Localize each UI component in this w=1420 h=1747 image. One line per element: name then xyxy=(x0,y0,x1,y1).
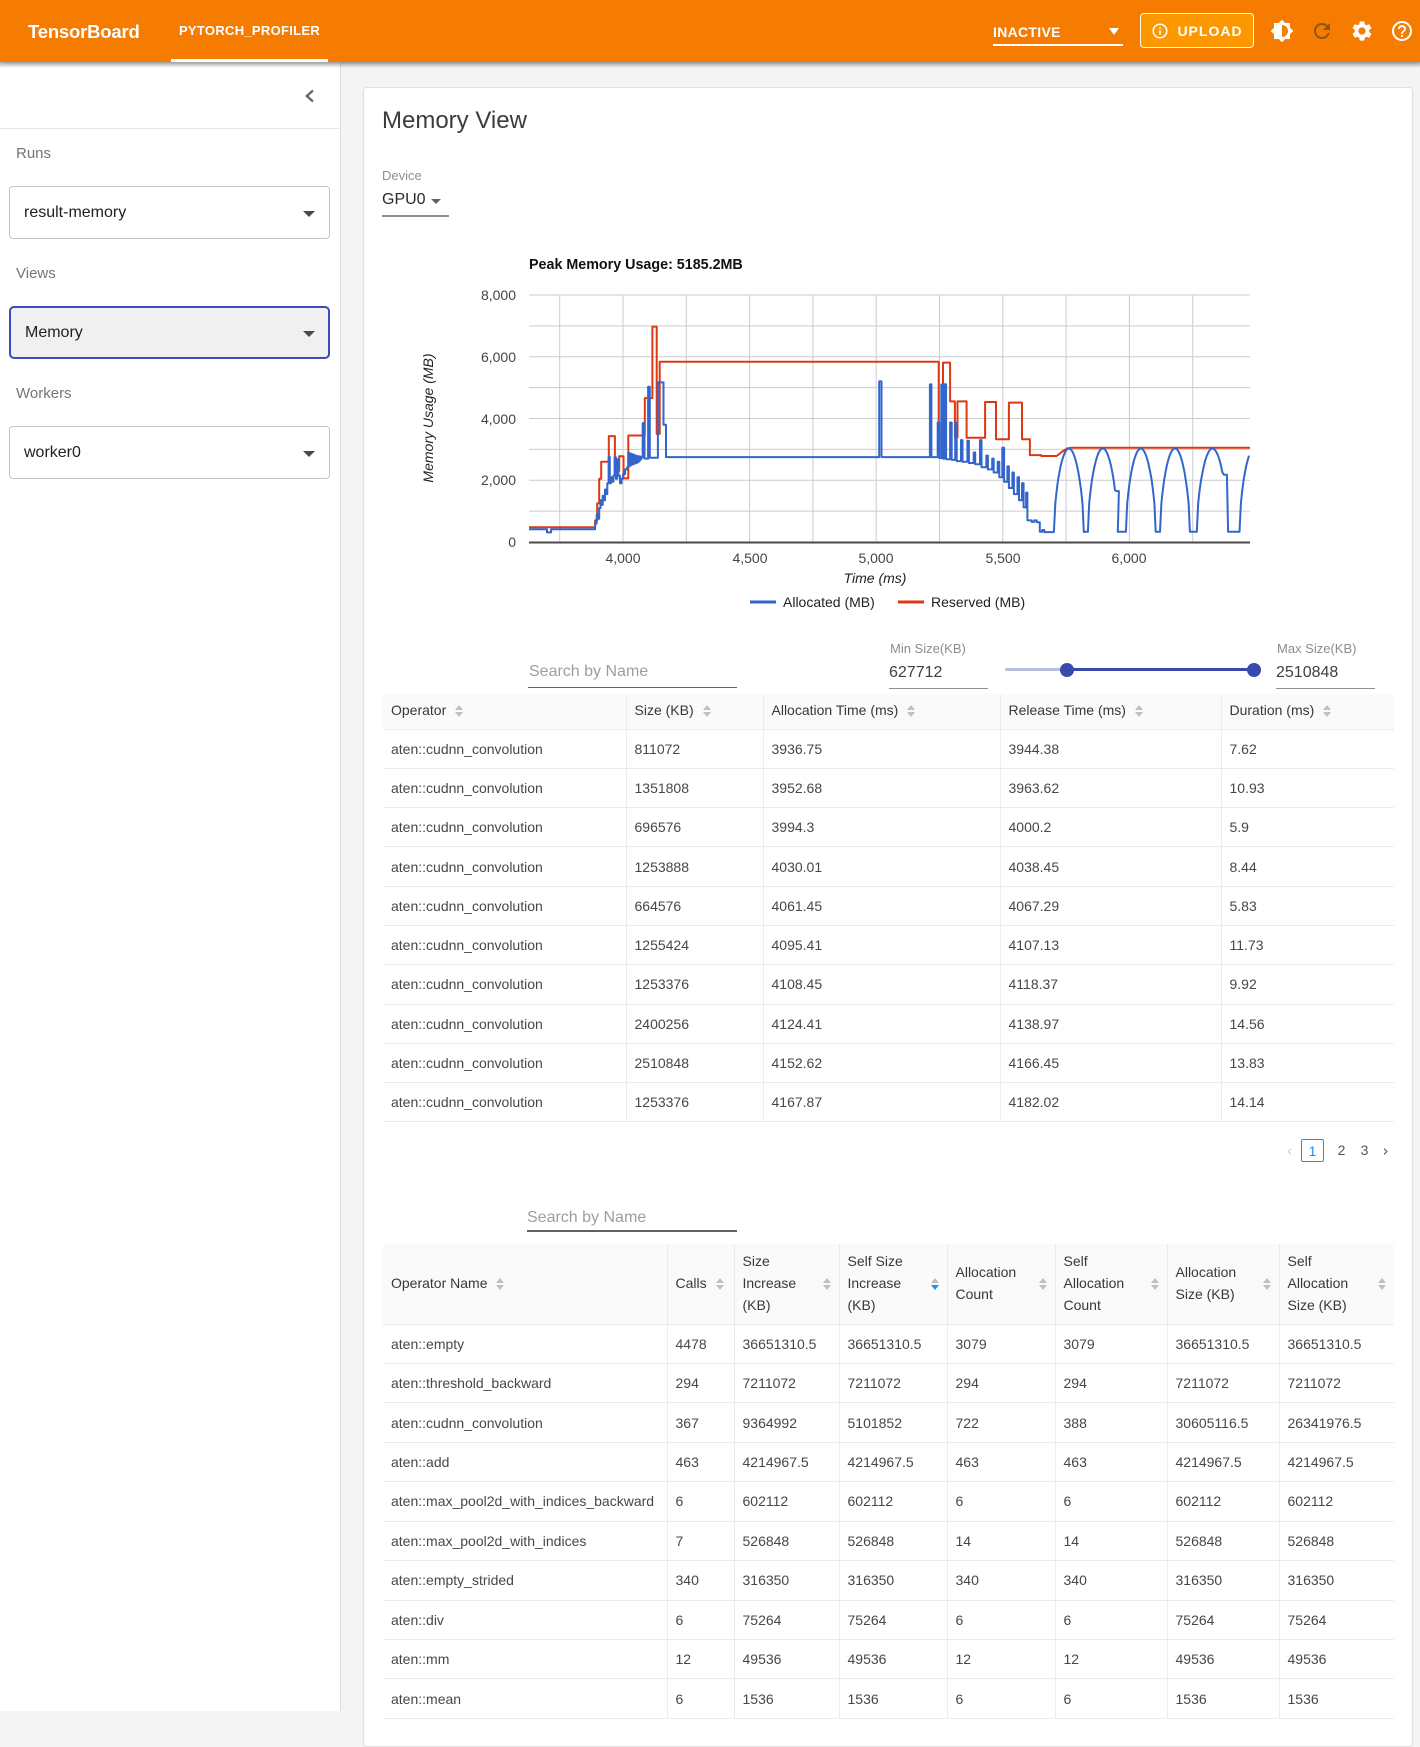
svg-text:5,000: 5,000 xyxy=(858,550,893,566)
svg-text:2,000: 2,000 xyxy=(481,472,516,488)
svg-text:Allocated (MB): Allocated (MB) xyxy=(783,594,875,610)
svg-text:Time (ms): Time (ms) xyxy=(844,570,907,586)
svg-text:Reserved (MB): Reserved (MB) xyxy=(931,594,1025,610)
svg-text:6,000: 6,000 xyxy=(1111,550,1146,566)
svg-text:Memory Usage (MB): Memory Usage (MB) xyxy=(420,353,436,482)
svg-text:8,000: 8,000 xyxy=(481,287,516,303)
svg-text:4,500: 4,500 xyxy=(732,550,767,566)
svg-text:4,000: 4,000 xyxy=(605,550,640,566)
svg-text:4,000: 4,000 xyxy=(481,411,516,427)
svg-text:Peak Memory Usage: 5185.2MB: Peak Memory Usage: 5185.2MB xyxy=(529,257,743,273)
svg-text:0: 0 xyxy=(508,534,516,550)
svg-text:5,500: 5,500 xyxy=(985,550,1020,566)
svg-text:6,000: 6,000 xyxy=(481,349,516,365)
